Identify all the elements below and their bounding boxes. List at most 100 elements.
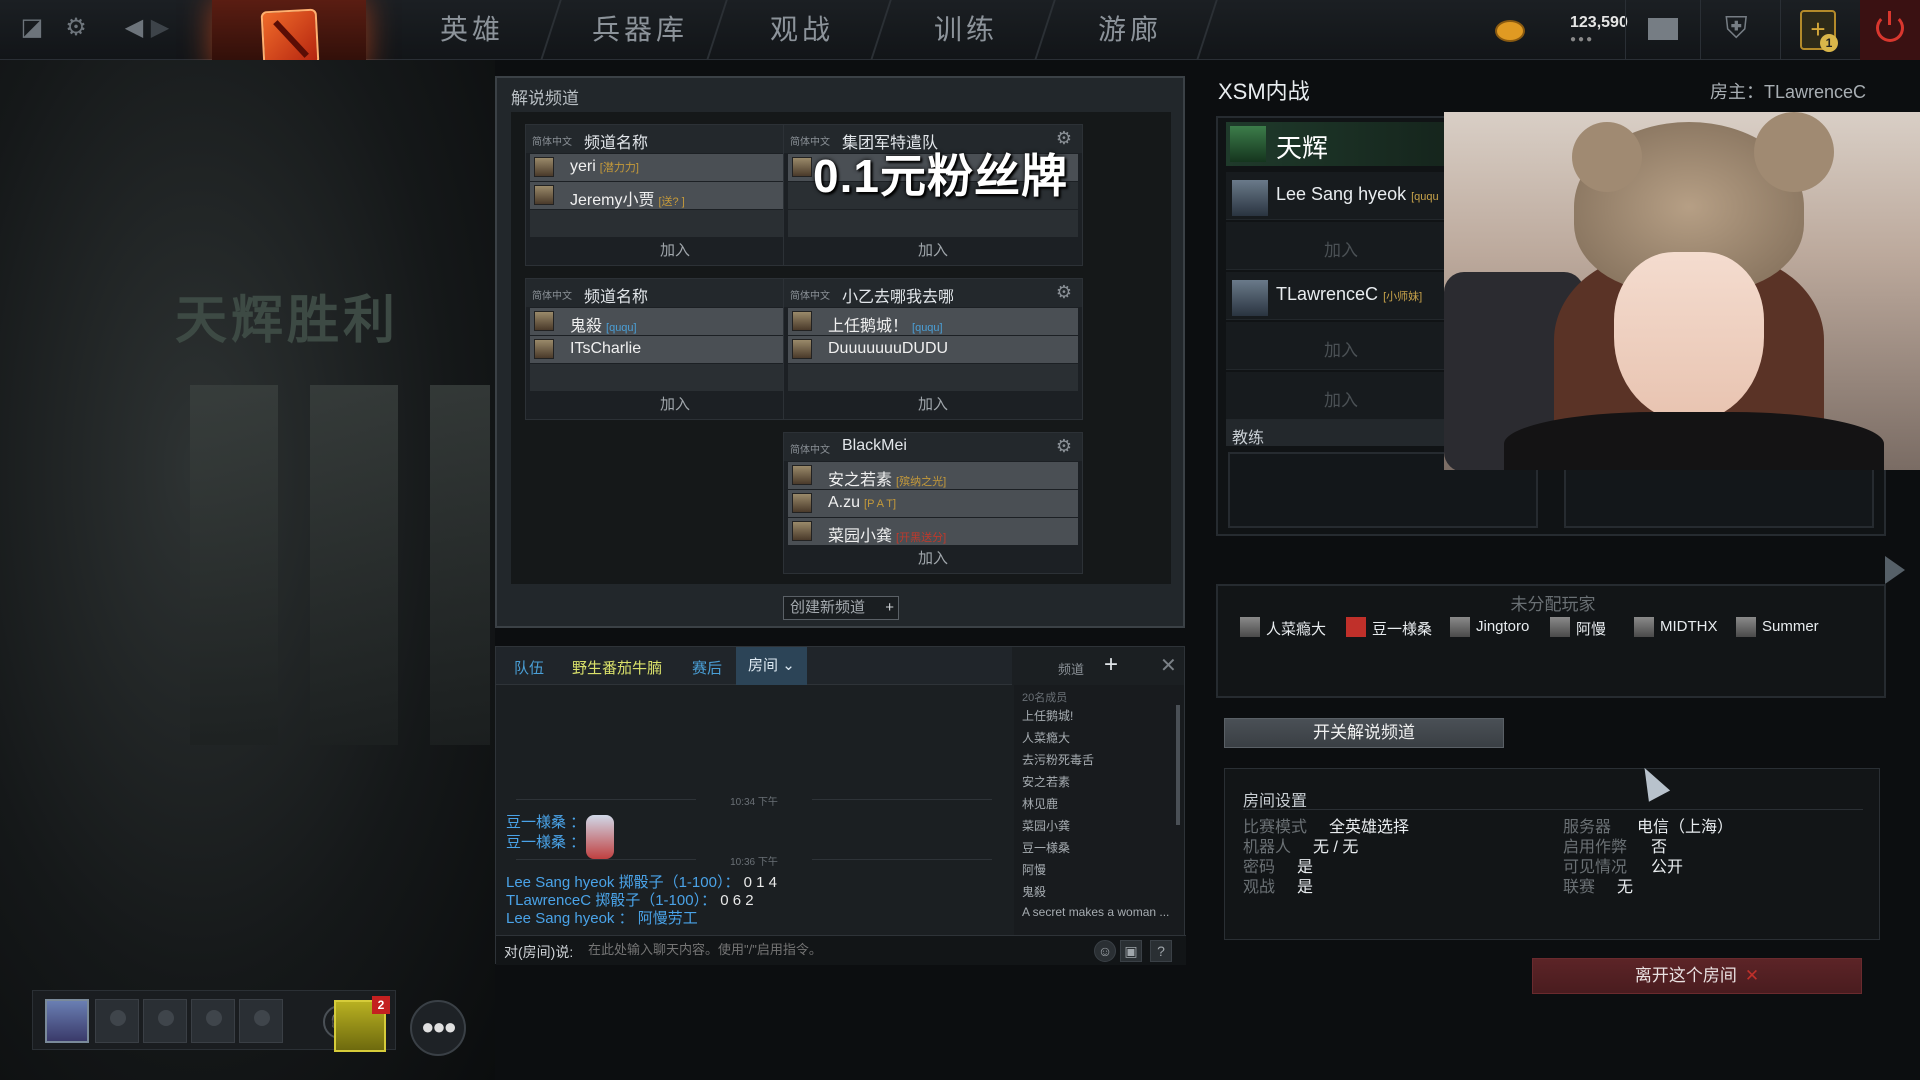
channel-language: 简体中文 bbox=[532, 137, 572, 148]
party-slot[interactable] bbox=[239, 999, 283, 1043]
list-item[interactable]: 去污粉死毒舌 bbox=[1022, 751, 1094, 768]
player-slot[interactable]: 加入 bbox=[1226, 322, 1456, 370]
gear-icon[interactable]: ⚙ bbox=[1056, 436, 1072, 457]
channel-header: 简体中文 小乙去哪我去哪 ⚙ bbox=[784, 279, 1082, 307]
party-slot[interactable] bbox=[95, 999, 139, 1043]
channel-name: 小乙去哪我去哪 bbox=[842, 289, 955, 306]
nav-watch[interactable]: 观战 bbox=[770, 0, 834, 60]
caster-row[interactable]: 鬼殺 [ququ] bbox=[530, 308, 820, 335]
gear-icon[interactable]: ⚙ bbox=[62, 14, 90, 42]
party-slot[interactable] bbox=[143, 999, 187, 1043]
join-channel-button[interactable]: 加入 bbox=[784, 237, 1082, 265]
dota-menu-icon[interactable]: ◪ bbox=[18, 14, 46, 42]
nav-armory[interactable]: 兵器库 bbox=[592, 0, 688, 60]
shards-coin-icon bbox=[1495, 20, 1525, 42]
caster-row[interactable]: yeri [潜力力] bbox=[530, 154, 820, 181]
channel-header: 简体中文 频道名称 ⚙ bbox=[526, 125, 824, 153]
caster-row[interactable]: Jeremy小贾 [送? ] bbox=[530, 182, 820, 209]
stream-overlay-text: 0.1元粉丝牌 bbox=[813, 150, 1068, 202]
victory-text: 天辉胜利 bbox=[175, 290, 400, 351]
channels-label[interactable]: 频道 bbox=[1058, 659, 1084, 678]
avatar bbox=[1450, 617, 1470, 637]
unassigned-title: 未分配玩家 bbox=[1510, 595, 1596, 614]
list-item[interactable]: 安之若素 bbox=[1022, 773, 1070, 790]
avatar bbox=[792, 493, 812, 513]
tab-guild[interactable]: 野生番茄牛腩 bbox=[572, 657, 662, 678]
setting-key: 观战 bbox=[1243, 879, 1276, 896]
join-channel-button[interactable]: 加入 bbox=[526, 391, 824, 419]
caster-tag: [开黑送分] bbox=[896, 532, 947, 544]
currency-display[interactable] bbox=[1495, 14, 1535, 46]
channel-header: 简体中文 频道名称 ⚙ bbox=[526, 279, 824, 307]
leave-lobby-label: 离开这个房间 bbox=[1634, 966, 1737, 985]
list-item[interactable]: 菜园小龚 bbox=[1022, 817, 1070, 834]
quit-button[interactable] bbox=[1860, 0, 1920, 60]
chat-input[interactable] bbox=[588, 942, 968, 957]
caster-row[interactable]: 安之若素 [殡纳之光] bbox=[788, 462, 1078, 489]
player-slot[interactable]: 加入 bbox=[1226, 222, 1456, 270]
list-item[interactable]: 上任鹅城! bbox=[1022, 707, 1073, 724]
list-item[interactable]: 人菜瘾大 bbox=[1022, 729, 1070, 746]
join-channel-button[interactable]: 加入 bbox=[526, 237, 824, 265]
list-item[interactable]: A secret makes a woman ... bbox=[1022, 905, 1169, 919]
join-slot-button[interactable]: 加入 bbox=[1226, 236, 1456, 261]
player-slot[interactable]: TLawrenceC [小师妹] bbox=[1226, 272, 1456, 320]
list-item[interactable]: 鬼殺 bbox=[1022, 883, 1046, 900]
nav-arcade[interactable]: 游廊 bbox=[1098, 0, 1162, 60]
create-channel-button[interactable]: 创建新频道 + bbox=[783, 596, 899, 620]
tab-lobby[interactable]: 房间 ⌄ bbox=[736, 647, 807, 685]
list-item[interactable]: 豆一様桑 bbox=[1022, 839, 1070, 856]
caster-row[interactable]: A.zu [P A T] bbox=[788, 490, 1078, 517]
forward-arrow-icon[interactable]: ▶ bbox=[146, 14, 174, 42]
player-slot[interactable]: 加入 bbox=[1226, 372, 1456, 420]
player-name: Lee Sang hyeok [ququ bbox=[1276, 184, 1439, 205]
join-slot-button[interactable]: 加入 bbox=[1226, 386, 1456, 411]
nav-learn[interactable]: 训练 bbox=[934, 0, 998, 60]
caster-row[interactable]: ITsCharlie bbox=[530, 336, 820, 363]
caster-tag: [ququ] bbox=[912, 322, 943, 334]
join-channel-button[interactable]: 加入 bbox=[784, 545, 1082, 573]
currency-dots: ●●● bbox=[1570, 34, 1595, 45]
list-item[interactable]: 林见鹿 bbox=[1022, 795, 1058, 812]
gear-icon[interactable]: ⚙ bbox=[1056, 282, 1072, 303]
empty-caster-slot bbox=[788, 210, 1078, 237]
caster-name: ITsCharlie bbox=[570, 340, 641, 358]
scrollbar[interactable] bbox=[1176, 705, 1180, 825]
party-slot[interactable] bbox=[191, 999, 235, 1043]
timestamp: 10:36 下午 bbox=[496, 853, 1012, 868]
back-arrow-icon[interactable]: ◀ bbox=[120, 14, 148, 42]
list-item[interactable]: 阿慢 bbox=[1022, 861, 1046, 878]
next-arrow-icon[interactable] bbox=[1885, 556, 1905, 584]
caster-row[interactable]: 菜园小龚 [开黑送分] bbox=[788, 518, 1078, 545]
avatar[interactable] bbox=[45, 999, 89, 1043]
tab-postgame[interactable]: 赛后 bbox=[692, 657, 722, 678]
webcam-body bbox=[1504, 412, 1884, 470]
caster-name: 菜园小龚 [开黑送分] bbox=[828, 522, 946, 546]
mail-icon bbox=[1648, 18, 1678, 40]
currency-value: 123,590 bbox=[1570, 14, 1628, 31]
tab-lobby-label: 房间 bbox=[748, 657, 779, 674]
toggle-broadcast-channels-button[interactable]: 开关解说频道 bbox=[1224, 718, 1504, 748]
caster-row[interactable]: 上任鹅城！ [ququ] bbox=[788, 308, 1078, 335]
channel-language: 简体中文 bbox=[790, 291, 830, 302]
channel-name: 频道名称 bbox=[584, 135, 649, 152]
join-slot-button[interactable]: 加入 bbox=[1226, 336, 1456, 361]
image-icon[interactable]: ▣ bbox=[1120, 940, 1142, 962]
avatar bbox=[534, 157, 554, 177]
help-icon[interactable]: ? bbox=[1150, 940, 1172, 962]
player-name: TLawrenceC [小师妹] bbox=[1276, 284, 1422, 305]
plus-badge: 1 bbox=[1820, 34, 1838, 52]
close-icon[interactable]: ✕ bbox=[1160, 653, 1177, 678]
tab-team[interactable]: 队伍 bbox=[514, 657, 544, 678]
friends-chat-icon[interactable]: ●●● bbox=[410, 1000, 466, 1056]
close-icon: ✕ bbox=[1744, 966, 1760, 985]
add-channel-icon[interactable]: + bbox=[1104, 651, 1118, 679]
player-slot[interactable]: Lee Sang hyeok [ququ bbox=[1226, 172, 1456, 220]
emoji-icon[interactable]: ☺ bbox=[1094, 940, 1116, 962]
nav-heroes[interactable]: 英雄 bbox=[440, 0, 504, 60]
join-channel-button[interactable]: 加入 bbox=[784, 391, 1082, 419]
unassigned-players-panel: 未分配玩家 人菜瘾大 豆一様桑 Jingtoro 阿慢 MIDTHX Summe… bbox=[1216, 584, 1886, 698]
avatar bbox=[1240, 617, 1260, 637]
leave-lobby-button[interactable]: 离开这个房间 ✕ bbox=[1532, 958, 1862, 994]
caster-row[interactable]: DuuuuuuuDUDU bbox=[788, 336, 1078, 363]
